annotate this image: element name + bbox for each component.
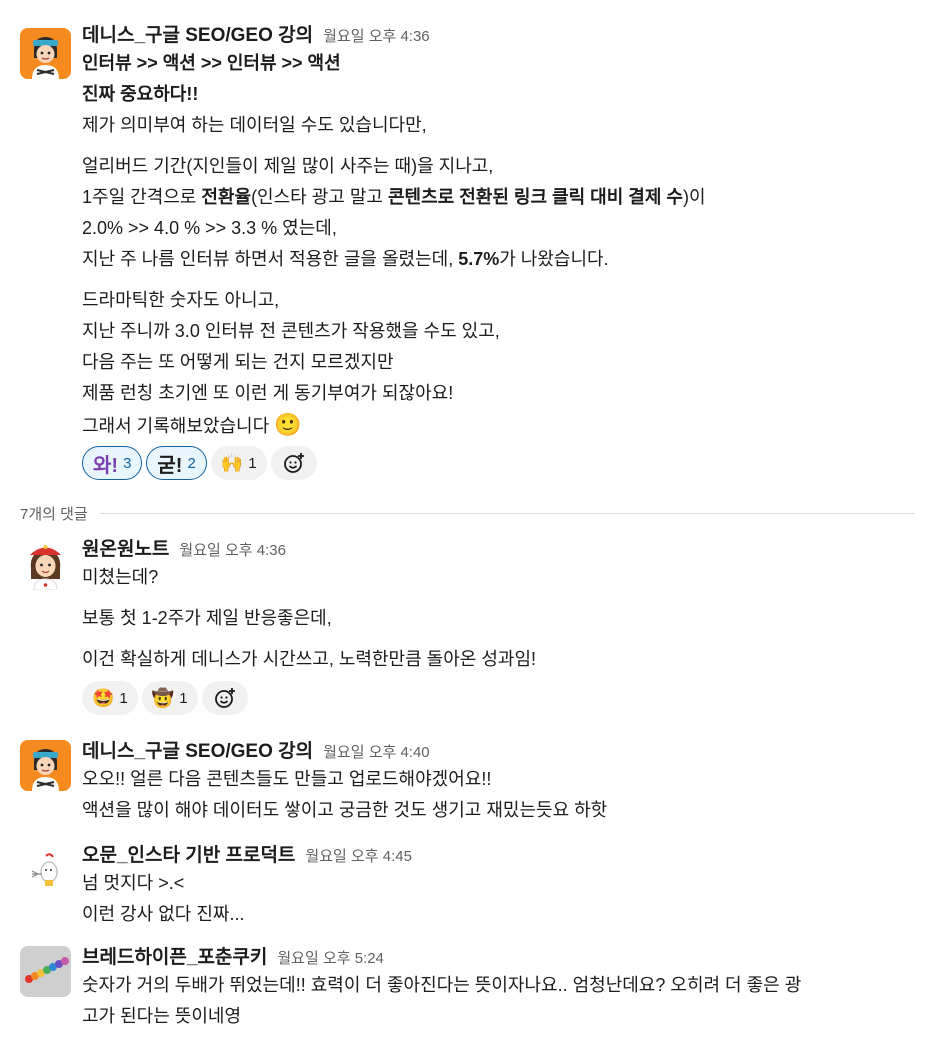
add-emoji-icon xyxy=(283,453,304,473)
message-line: 이런 강사 없다 진짜... xyxy=(82,904,245,924)
message-line: 이건 확실하게 데니스가 시간쓰고, 노력한만큼 돌아온 성과임! xyxy=(82,649,537,669)
message-body: 데니스_구글 SEO/GEO 강의 월요일 오후 4:36 인터뷰 >> 액션 >… xyxy=(82,22,918,480)
message-line: 드라마틱한 숫자도 아니고, xyxy=(82,290,280,310)
message-line: 액션을 많이 해야 데이터도 쌓이고 궁금한 것도 생기고 재밌는듯요 하핫 xyxy=(82,800,608,820)
message-body: 오문_인스타 기반 프로덕트 월요일 오후 4:45 넘 멋지다 >.< 이런 강… xyxy=(82,842,918,930)
message-line: 얼리버드 기간(지인들이 제일 많이 사주는 때)을 지나고, xyxy=(82,156,494,176)
smile-emoji-icon: 🙂 xyxy=(274,412,302,437)
reaction-count: 1 xyxy=(248,454,257,472)
message-body: 데니스_구글 SEO/GEO 강의 월요일 오후 4:40 오오!! 얼른 다음 … xyxy=(82,738,918,826)
message-line: 1주일 간격으로 전환율(인스타 광고 말고 콘텐츠로 전환된 링크 클릭 대비… xyxy=(82,187,706,207)
message-line: 미쳤는데? xyxy=(82,567,159,587)
user-avatar-icon xyxy=(20,740,71,791)
reaction-count: 1 xyxy=(179,689,188,707)
avatar[interactable] xyxy=(20,946,71,997)
divider-rule xyxy=(99,512,915,514)
reaction-bar: 🤩 1 🤠 1 xyxy=(82,681,918,715)
author-name[interactable]: 브레드하이픈_포춘쿠키 xyxy=(82,947,267,968)
message-body: 원온원노트 월요일 오후 4:36 미쳤는데? 보통 첫 1-2주가 제일 반응좋… xyxy=(82,536,918,715)
reaction-good[interactable]: 굳! 2 xyxy=(146,446,207,480)
message-line: 진짜 중요하다!! xyxy=(82,84,199,104)
star-struck-icon: 🤩 xyxy=(92,687,115,708)
user-avatar-icon xyxy=(20,946,71,997)
reaction-count: 3 xyxy=(123,454,132,472)
good-text-emoji-icon: 굳! xyxy=(157,454,183,477)
message-header: 오문_인스타 기반 프로덕트 월요일 오후 4:45 xyxy=(82,842,918,868)
reaction-cowboy[interactable]: 🤠 1 xyxy=(141,681,198,715)
message-header: 원온원노트 월요일 오후 4:36 xyxy=(82,536,918,562)
avatar[interactable] xyxy=(20,28,71,79)
reply-count-label: 7개의 댓글 xyxy=(20,505,88,523)
message-line: 고가 된다는 뜻이네영 xyxy=(82,1006,242,1026)
user-avatar-icon xyxy=(20,539,71,590)
avatar[interactable] xyxy=(20,740,71,791)
author-name[interactable]: 데니스_구글 SEO/GEO 강의 xyxy=(82,25,313,46)
message-header: 데니스_구글 SEO/GEO 강의 월요일 오후 4:36 xyxy=(82,22,918,48)
wow-text-emoji-icon: 와! xyxy=(93,454,119,477)
timestamp[interactable]: 월요일 오후 4:40 xyxy=(323,744,430,761)
message-line: 2.0% >> 4.0 % >> 3.3 % 였는데, xyxy=(82,218,337,238)
message-line: 넘 멋지다 >.< xyxy=(82,873,185,893)
author-name[interactable]: 오문_인스타 기반 프로덕트 xyxy=(82,845,295,866)
timestamp[interactable]: 월요일 오후 4:36 xyxy=(323,28,430,45)
reaction-bar: 와! 3 굳! 2 🙌 1 xyxy=(82,446,918,480)
message-body: 브레드하이픈_포춘쿠키 월요일 오후 5:24 숫자가 거의 두배가 뛰었는데!!… xyxy=(82,944,918,1032)
reaction-star-struck[interactable]: 🤩 1 xyxy=(82,681,138,715)
message-header: 브레드하이픈_포춘쿠키 월요일 오후 5:24 xyxy=(82,944,918,970)
message-line: 다음 주는 또 어떻게 되는 건지 모르겠지만 xyxy=(82,352,394,372)
avatar[interactable] xyxy=(20,539,71,590)
add-reaction-button[interactable] xyxy=(270,446,317,480)
message-line: 인터뷰 >> 액션 >> 인터뷰 >> 액션 xyxy=(82,53,341,73)
add-emoji-icon xyxy=(214,688,235,708)
replies-divider: 7개의 댓글 xyxy=(20,502,915,524)
author-name[interactable]: 데니스_구글 SEO/GEO 강의 xyxy=(82,741,313,762)
message-line: 숫자가 거의 두배가 뛰었는데!! 효력이 더 좋아진다는 뜻이자나요.. 엄청… xyxy=(82,975,802,995)
message-line: 제가 의미부여 하는 데이터일 수도 있습니다만, xyxy=(82,115,427,135)
add-reaction-button[interactable] xyxy=(201,681,248,715)
avatar[interactable] xyxy=(20,844,71,895)
timestamp[interactable]: 월요일 오후 4:36 xyxy=(179,542,286,559)
reaction-count: 1 xyxy=(119,689,128,707)
message-line: 오오!! 얼른 다음 콘텐츠들도 만들고 업로드해야겠어요!! xyxy=(82,769,492,789)
user-avatar-icon xyxy=(20,844,71,895)
timestamp[interactable]: 월요일 오후 5:24 xyxy=(277,950,384,967)
message-line: 그래서 기록해보았습니다 🙂 xyxy=(82,412,302,437)
message-line: 제품 런칭 초기엔 또 이런 게 동기부여가 되잖아요! xyxy=(82,383,454,403)
cowboy-face-icon: 🤠 xyxy=(151,687,175,708)
raised-hands-icon: 🙌 xyxy=(220,452,244,473)
timestamp[interactable]: 월요일 오후 4:45 xyxy=(305,848,412,865)
message-line: 보통 첫 1-2주가 제일 반응좋은데, xyxy=(82,608,332,628)
reaction-count: 2 xyxy=(187,454,196,472)
reaction-raised-hands[interactable]: 🙌 1 xyxy=(210,446,267,480)
message-line: 지난 주 나름 인터뷰 하면서 적용한 글을 올렸는데, 5.7%가 나왔습니다… xyxy=(82,249,609,269)
message-header: 데니스_구글 SEO/GEO 강의 월요일 오후 4:40 xyxy=(82,738,918,764)
message-line: 지난 주니까 3.0 인터뷰 전 콘텐츠가 작용했을 수도 있고, xyxy=(82,321,500,341)
reaction-wow[interactable]: 와! 3 xyxy=(82,446,143,480)
author-name[interactable]: 원온원노트 xyxy=(82,539,169,560)
user-avatar-icon xyxy=(20,28,71,79)
